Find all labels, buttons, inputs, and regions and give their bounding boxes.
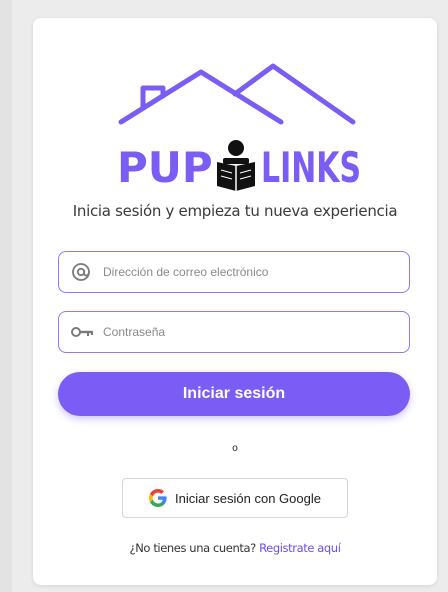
signup-link[interactable]: Registrate aquí <box>259 541 341 555</box>
signup-prompt: ¿No tienes una cuenta? Registrate aquí <box>33 541 437 555</box>
google-icon <box>149 489 167 507</box>
logo-text-pup: PUP <box>117 143 213 192</box>
password-input[interactable] <box>101 324 395 340</box>
logo-text-links: LINKS <box>261 143 361 192</box>
email-field[interactable] <box>58 251 410 293</box>
password-field[interactable] <box>58 311 410 353</box>
separator-text: o <box>232 443 238 454</box>
login-button[interactable]: Iniciar sesión <box>58 372 410 416</box>
signup-question: ¿No tienes una cuenta? <box>129 541 257 555</box>
pup-links-logo: PUP LINKS <box>117 63 361 192</box>
subtitle: Inicia sesión y empieza tu nueva experie… <box>72 202 398 220</box>
reader-icon <box>217 140 255 191</box>
email-input[interactable] <box>101 264 395 280</box>
google-button-label: Iniciar sesión con Google <box>175 490 321 506</box>
background-edge <box>0 0 12 592</box>
google-login-button[interactable]: Iniciar sesión con Google <box>122 478 348 518</box>
login-card: PUP LINKS Inicia sesión y empieza tu nue… <box>33 18 437 585</box>
at-icon <box>71 262 97 282</box>
key-icon <box>71 322 97 342</box>
